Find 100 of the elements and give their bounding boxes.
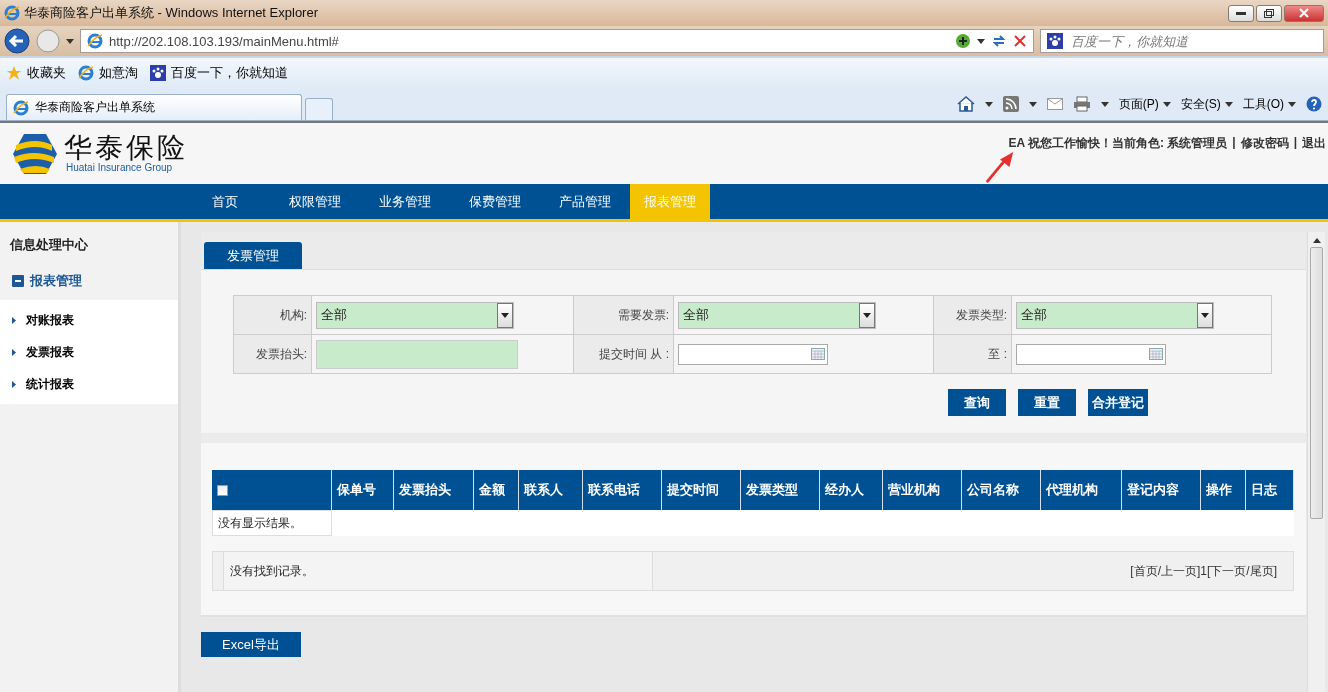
action-button[interactable]: 查询	[948, 389, 1006, 416]
minimize-button[interactable]	[1228, 4, 1254, 22]
sidebar-item[interactable]: 对账报表	[0, 304, 178, 336]
user-greeting: EA 祝您工作愉快！当前角色: 系统管理员	[1008, 135, 1228, 152]
help-icon[interactable]	[1306, 96, 1322, 112]
caret-icon[interactable]	[501, 312, 509, 318]
action-button[interactable]: 合并登记	[1088, 389, 1148, 416]
select-field[interactable]: 全部	[1016, 301, 1214, 329]
printer-icon[interactable]	[1072, 96, 1091, 112]
column-header: 金额	[479, 481, 505, 499]
text-field[interactable]	[316, 339, 518, 369]
close-icon[interactable]	[1299, 8, 1309, 18]
panel-tab[interactable]: 发票管理	[204, 242, 302, 269]
favorites-item[interactable]: 收藏夹	[6, 64, 66, 82]
nav-tab[interactable]: 产品管理	[540, 184, 630, 219]
paw-icon	[1047, 33, 1063, 49]
browser-tab[interactable]: 华泰商险客户出单系统	[6, 94, 302, 120]
caret-icon[interactable]	[1288, 101, 1296, 107]
pager-message: 没有找到记录。	[230, 562, 314, 580]
field-label: 发票类型:	[955, 306, 1007, 324]
home-icon[interactable]	[956, 96, 975, 112]
nav-tab[interactable]: 权限管理	[270, 184, 360, 219]
export-button[interactable]: Excel导出	[201, 632, 301, 657]
date-field[interactable]	[1016, 343, 1166, 365]
address-field[interactable]: http://202.108.103.193/mainMenu.html#	[80, 29, 1034, 53]
page-icon	[78, 65, 94, 81]
triangle-bullet-icon	[12, 348, 16, 356]
minimize-icon[interactable]	[1236, 11, 1246, 15]
command-menu[interactable]: 安全(S)	[1180, 95, 1233, 113]
scroll-up-icon[interactable]	[1312, 238, 1321, 243]
pager-links[interactable]: [首页/上一页]1[下一页/尾页]	[1130, 562, 1293, 580]
action-button[interactable]: 重置	[1018, 389, 1076, 416]
sidebar-title: 信息处理中心	[8, 236, 89, 254]
column-header: 经办人	[825, 481, 864, 499]
field-label: 至 :	[988, 345, 1007, 363]
stop-icon[interactable]	[1013, 34, 1027, 48]
command-menu[interactable]: 页面(P)	[1118, 95, 1171, 113]
column-header: 联系人	[524, 481, 563, 499]
close-button[interactable]	[1284, 4, 1324, 22]
nav-tab[interactable]: 业务管理	[360, 184, 450, 219]
search-box[interactable]: 百度一下，你就知道	[1040, 29, 1324, 53]
select-field[interactable]: 全部	[678, 301, 876, 329]
header-link[interactable]: 修改密码	[1240, 135, 1289, 152]
column-header: 发票类型	[746, 481, 798, 499]
select-field[interactable]: 全部	[316, 301, 514, 329]
arrow-annotation	[984, 150, 1016, 184]
column-header: 公司名称	[967, 481, 1019, 499]
nav-tab[interactable]: 保费管理	[450, 184, 540, 219]
field-label: 机构:	[279, 306, 307, 324]
column-header: 登记内容	[1127, 481, 1179, 499]
caret-icon[interactable]	[1100, 101, 1109, 107]
header-link[interactable]: 退出	[1302, 135, 1326, 152]
star-icon[interactable]	[6, 65, 22, 81]
window-title: 华泰商险客户出单系统 - Windows Internet Explorer	[24, 4, 318, 22]
column-header: 操作	[1206, 481, 1232, 499]
restore-button[interactable]	[1256, 4, 1282, 22]
triangle-bullet-icon	[12, 316, 16, 324]
column-header: 营业机构	[888, 481, 940, 499]
select-all-checkbox[interactable]	[217, 484, 228, 496]
feed-icon[interactable]	[1002, 96, 1019, 112]
caret-icon[interactable]	[1224, 101, 1233, 107]
caret-icon[interactable]	[1162, 101, 1171, 107]
column-header: 保单号	[337, 481, 376, 499]
caret-icon[interactable]	[863, 312, 871, 318]
paw-icon[interactable]	[150, 65, 166, 81]
restore-icon[interactable]	[1264, 8, 1274, 18]
sidebar-item[interactable]: 统计报表	[0, 368, 178, 400]
mail-icon[interactable]	[1046, 98, 1063, 110]
caret-icon[interactable]	[1028, 101, 1037, 107]
favorites-item[interactable]: 如意淘	[78, 64, 138, 82]
plus-icon[interactable]	[955, 33, 971, 49]
logo-text: 华泰保险	[64, 134, 188, 162]
separator-text: |	[1232, 135, 1236, 151]
back-button[interactable]	[4, 28, 30, 54]
column-header: 日志	[1251, 481, 1277, 499]
caret-icon[interactable]	[984, 101, 993, 107]
sidebar-group[interactable]: 报表管理	[0, 272, 94, 300]
hexagon-logo-icon	[12, 132, 58, 175]
separator-text: |	[1293, 135, 1297, 151]
refresh-icon[interactable]	[991, 33, 1007, 49]
field-label: 需要发票:	[617, 306, 669, 324]
field-label: 提交时间 从 :	[599, 345, 669, 363]
minus-icon[interactable]	[12, 275, 24, 287]
logo-subtitle: Huatai Insurance Group	[66, 162, 174, 173]
scrollbar[interactable]	[1307, 232, 1325, 692]
column-header: 发票抬头	[399, 481, 451, 499]
command-menu[interactable]: 工具(O)	[1242, 95, 1296, 113]
page-icon	[87, 33, 103, 49]
nav-tab[interactable]: 首页	[180, 184, 270, 219]
date-field[interactable]	[678, 343, 828, 365]
ie-logo-icon	[4, 5, 20, 21]
triangle-bullet-icon	[12, 380, 16, 388]
sidebar-item[interactable]: 发票报表	[0, 336, 178, 368]
caret-icon[interactable]	[1201, 312, 1209, 318]
caret-icon[interactable]	[66, 38, 74, 44]
favorites-item[interactable]: 百度一下，你就知道	[150, 64, 288, 82]
column-header: 联系电话	[588, 481, 640, 499]
page-icon	[13, 99, 29, 116]
field-label: 发票抬头:	[255, 345, 307, 363]
caret-icon[interactable]	[977, 38, 985, 44]
